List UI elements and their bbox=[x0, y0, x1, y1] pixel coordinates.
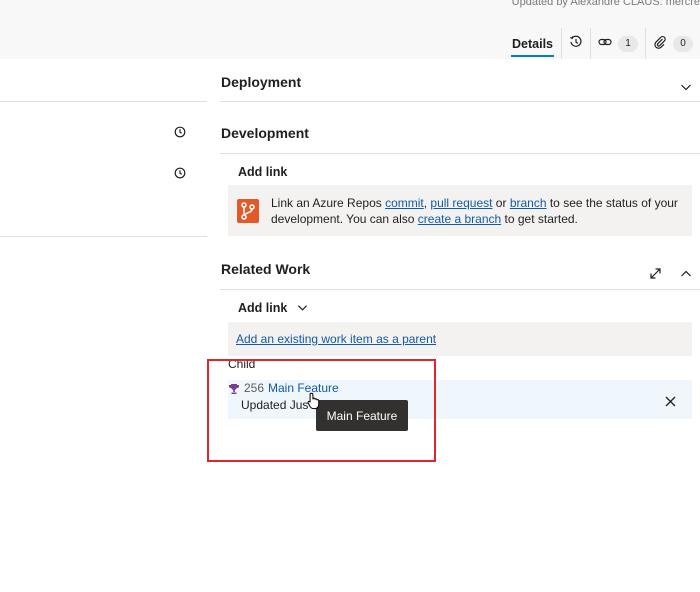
tab-attachments[interactable]: 0 bbox=[645, 28, 700, 59]
tab-history[interactable] bbox=[561, 28, 590, 59]
expand-icon[interactable] bbox=[649, 267, 662, 285]
add-parent-link[interactable]: Add an existing work item as a parent bbox=[236, 332, 436, 346]
related-work-header: Related Work bbox=[221, 261, 311, 277]
tab-details[interactable]: Details bbox=[504, 28, 561, 59]
info-text-part: to get started. bbox=[501, 212, 578, 226]
deployment-divider bbox=[220, 101, 700, 102]
tab-details-label: Details bbox=[512, 36, 553, 51]
highlight-box bbox=[207, 359, 436, 462]
attachments-count-badge: 0 bbox=[673, 35, 693, 52]
development-divider bbox=[220, 153, 700, 154]
clock-icon bbox=[174, 125, 186, 143]
left-divider-bottom bbox=[0, 236, 207, 237]
info-text-part: or bbox=[492, 196, 510, 210]
link-icon bbox=[598, 35, 612, 52]
development-header: Development bbox=[221, 125, 309, 141]
branch-link[interactable]: branch bbox=[510, 196, 547, 210]
commit-link[interactable]: commit bbox=[385, 196, 424, 210]
toolbar: Details 1 0 bbox=[504, 28, 700, 59]
links-count-badge: 1 bbox=[618, 35, 638, 52]
clock-icon bbox=[174, 166, 186, 184]
azure-repos-icon bbox=[237, 199, 259, 223]
paperclip-icon bbox=[653, 35, 667, 52]
tab-links[interactable]: 1 bbox=[590, 28, 645, 59]
create-branch-link[interactable]: create a branch bbox=[418, 212, 501, 226]
top-bar: Updated by Alexandre CLAUS: mercre Detai… bbox=[0, 0, 700, 59]
updated-by-text: Updated by Alexandre CLAUS: mercre bbox=[511, 0, 700, 8]
close-icon[interactable] bbox=[665, 394, 676, 412]
chevron-up-icon[interactable] bbox=[680, 267, 692, 285]
chevron-down-icon bbox=[297, 302, 308, 316]
deployment-header[interactable]: Deployment bbox=[221, 74, 301, 90]
related-work-divider bbox=[220, 289, 700, 290]
info-text-part: Link an Azure Repos bbox=[271, 196, 386, 210]
left-divider-top bbox=[0, 101, 207, 102]
add-parent-bar: Add an existing work item as a parent bbox=[228, 322, 692, 356]
related-add-link-label: Add link bbox=[238, 301, 288, 315]
development-info-text: Link an Azure Repos commit, pull request… bbox=[271, 195, 686, 227]
development-info-box: Link an Azure Repos commit, pull request… bbox=[228, 185, 692, 236]
related-add-link-button[interactable]: Add link bbox=[238, 301, 308, 316]
pull-request-link[interactable]: pull request bbox=[430, 196, 492, 210]
development-add-link-button[interactable]: Add link bbox=[238, 165, 287, 179]
history-icon bbox=[569, 35, 583, 52]
chevron-down-icon[interactable] bbox=[680, 80, 692, 98]
